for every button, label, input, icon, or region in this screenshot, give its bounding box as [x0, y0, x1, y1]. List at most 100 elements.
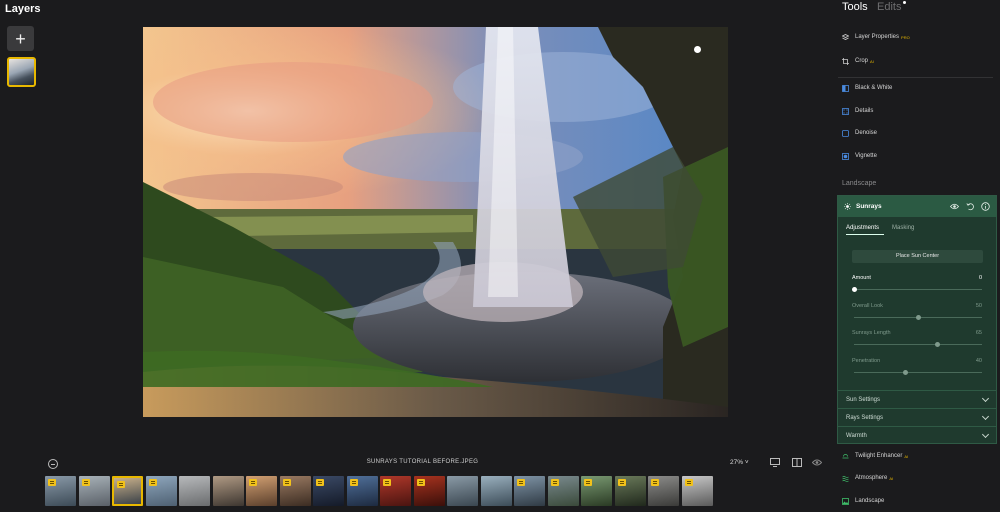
edited-badge-icon [416, 479, 425, 486]
tool-label: Details [855, 108, 874, 114]
accordion-rays-settings[interactable]: Rays Settings [838, 408, 996, 426]
edited-badge-icon [148, 479, 157, 486]
filmstrip-thumbnail[interactable] [279, 476, 311, 506]
slider-knob[interactable] [902, 369, 908, 375]
tool-label: Crop [855, 58, 869, 64]
edited-badge-icon [117, 481, 125, 488]
slider-knob[interactable] [934, 342, 940, 347]
tool-label: Layer Properties [855, 34, 900, 40]
monitor-icon[interactable] [770, 458, 780, 467]
filmstrip-thumbnail[interactable] [346, 476, 378, 506]
layers-title: Layers [5, 3, 41, 15]
slider-label: Amount [852, 275, 871, 281]
tool-landscape[interactable]: Landscape [842, 495, 884, 507]
filmstrip-thumbnail[interactable] [112, 476, 143, 506]
edited-badge-icon [48, 479, 56, 486]
tab-edits[interactable]: Edits [877, 1, 901, 13]
slider-knob[interactable] [915, 314, 921, 320]
main-photo-canvas[interactable] [143, 27, 728, 417]
accordion-label: Rays Settings [846, 414, 884, 421]
tool-denoise[interactable]: Denoise [842, 127, 877, 139]
sunrays-title: Sunrays [856, 203, 882, 210]
tab-adjustments[interactable]: Adjustments [846, 225, 879, 231]
layer-thumbnail[interactable] [7, 57, 36, 87]
slider-knob[interactable] [851, 287, 857, 292]
tool-label: Atmosphere [855, 475, 888, 481]
slider-value: 50 [975, 302, 982, 309]
tab-masking[interactable]: Masking [892, 225, 914, 231]
slider-track[interactable] [854, 342, 982, 347]
accordion-label: Warmth [846, 432, 867, 439]
edits-indicator-dot [903, 1, 906, 4]
filmstrip-thumbnail[interactable] [614, 476, 646, 506]
slider-label: Penetration [852, 357, 881, 364]
reset-icon[interactable] [966, 202, 975, 211]
slider-label: Overall Look [852, 302, 883, 309]
filmstrip-thumbnail[interactable] [313, 476, 344, 506]
filmstrip-thumbnail[interactable] [547, 476, 579, 506]
edited-badge-icon [81, 479, 90, 486]
tool-vignette[interactable]: Vignette [842, 150, 877, 162]
sunrays-header[interactable]: Sunrays [838, 196, 996, 217]
tab-tools[interactable]: Tools [842, 1, 868, 13]
filmstrip-thumbnail[interactable] [681, 476, 713, 506]
accordion-warmth[interactable]: Warmth [838, 426, 996, 444]
tool-crop[interactable]: Crop AI [842, 55, 874, 67]
chevron-down-icon [981, 412, 990, 421]
image-filename: SUNRAYS TUTORIAL BEFORE.JPEG [366, 459, 479, 465]
sun-center-handle[interactable] [694, 46, 701, 53]
filmstrip-thumbnail[interactable] [45, 476, 76, 506]
zoom-selector[interactable]: 27% ˅ [730, 459, 749, 466]
filmstrip-thumbnail[interactable] [447, 476, 478, 506]
info-icon[interactable] [981, 202, 990, 211]
tool-label: Landscape [855, 498, 885, 504]
visibility-eye-icon[interactable] [950, 202, 959, 211]
filmstrip-thumbnail[interactable] [648, 476, 679, 506]
edited-badge-icon [282, 479, 291, 486]
filmstrip-thumbnail[interactable] [212, 476, 244, 506]
ai-tag: AI [889, 475, 894, 481]
place-sun-center-button[interactable]: Place Sun Center [852, 250, 983, 263]
tool-black-white[interactable]: Black & White [842, 82, 892, 94]
vignette-icon [842, 152, 849, 160]
slider-track[interactable] [854, 369, 982, 375]
edited-badge-icon [349, 479, 358, 486]
edited-badge-icon [316, 479, 324, 486]
slider-track[interactable] [854, 314, 982, 320]
edited-badge-icon [517, 479, 525, 486]
slider-track[interactable] [851, 287, 982, 292]
filmstrip-thumbnail[interactable] [78, 476, 110, 506]
tool-twilight-enhancer[interactable]: Twilight Enhancer AI [842, 450, 908, 462]
waterfall-photo [143, 27, 728, 417]
tool-label: Vignette [855, 153, 877, 159]
denoise-icon [842, 129, 849, 137]
filmstrip-thumbnail[interactable] [380, 476, 411, 506]
split-view-icon[interactable] [792, 458, 802, 467]
atmosphere-icon [842, 475, 849, 482]
ai-tag: AI [870, 58, 874, 64]
edited-badge-icon [617, 479, 626, 486]
filmstrip-thumbnail[interactable] [581, 476, 612, 506]
add-layer-button[interactable]: + [7, 26, 34, 51]
tool-label: Twilight Enhancer [855, 453, 903, 459]
filmstrip-thumbnail[interactable] [413, 476, 445, 506]
ai-tag: AI [904, 453, 909, 459]
filmstrip-thumbnail[interactable] [246, 476, 277, 506]
compare-icon[interactable] [48, 459, 58, 469]
tool-details[interactable]: Details [842, 105, 873, 117]
filmstrip-thumbnail[interactable] [480, 476, 512, 506]
sunrays-panel: Sunrays Adjustments Masking Place Sun Ce… [837, 195, 997, 444]
tool-layer-properties[interactable]: Layer Properties PRO [842, 31, 910, 43]
divider [838, 77, 993, 78]
filmstrip [45, 476, 715, 508]
filmstrip-thumbnail[interactable] [179, 476, 210, 506]
eye-icon[interactable] [812, 458, 822, 467]
tool-label: Denoise [855, 130, 878, 136]
sun-icon [844, 203, 851, 210]
crop-icon [842, 57, 849, 65]
chevron-down-icon [981, 394, 990, 403]
filmstrip-thumbnail[interactable] [145, 476, 177, 506]
tool-atmosphere[interactable]: Atmosphere AI [842, 472, 893, 484]
accordion-sun-settings[interactable]: Sun Settings [838, 390, 996, 408]
filmstrip-thumbnail[interactable] [514, 476, 545, 506]
